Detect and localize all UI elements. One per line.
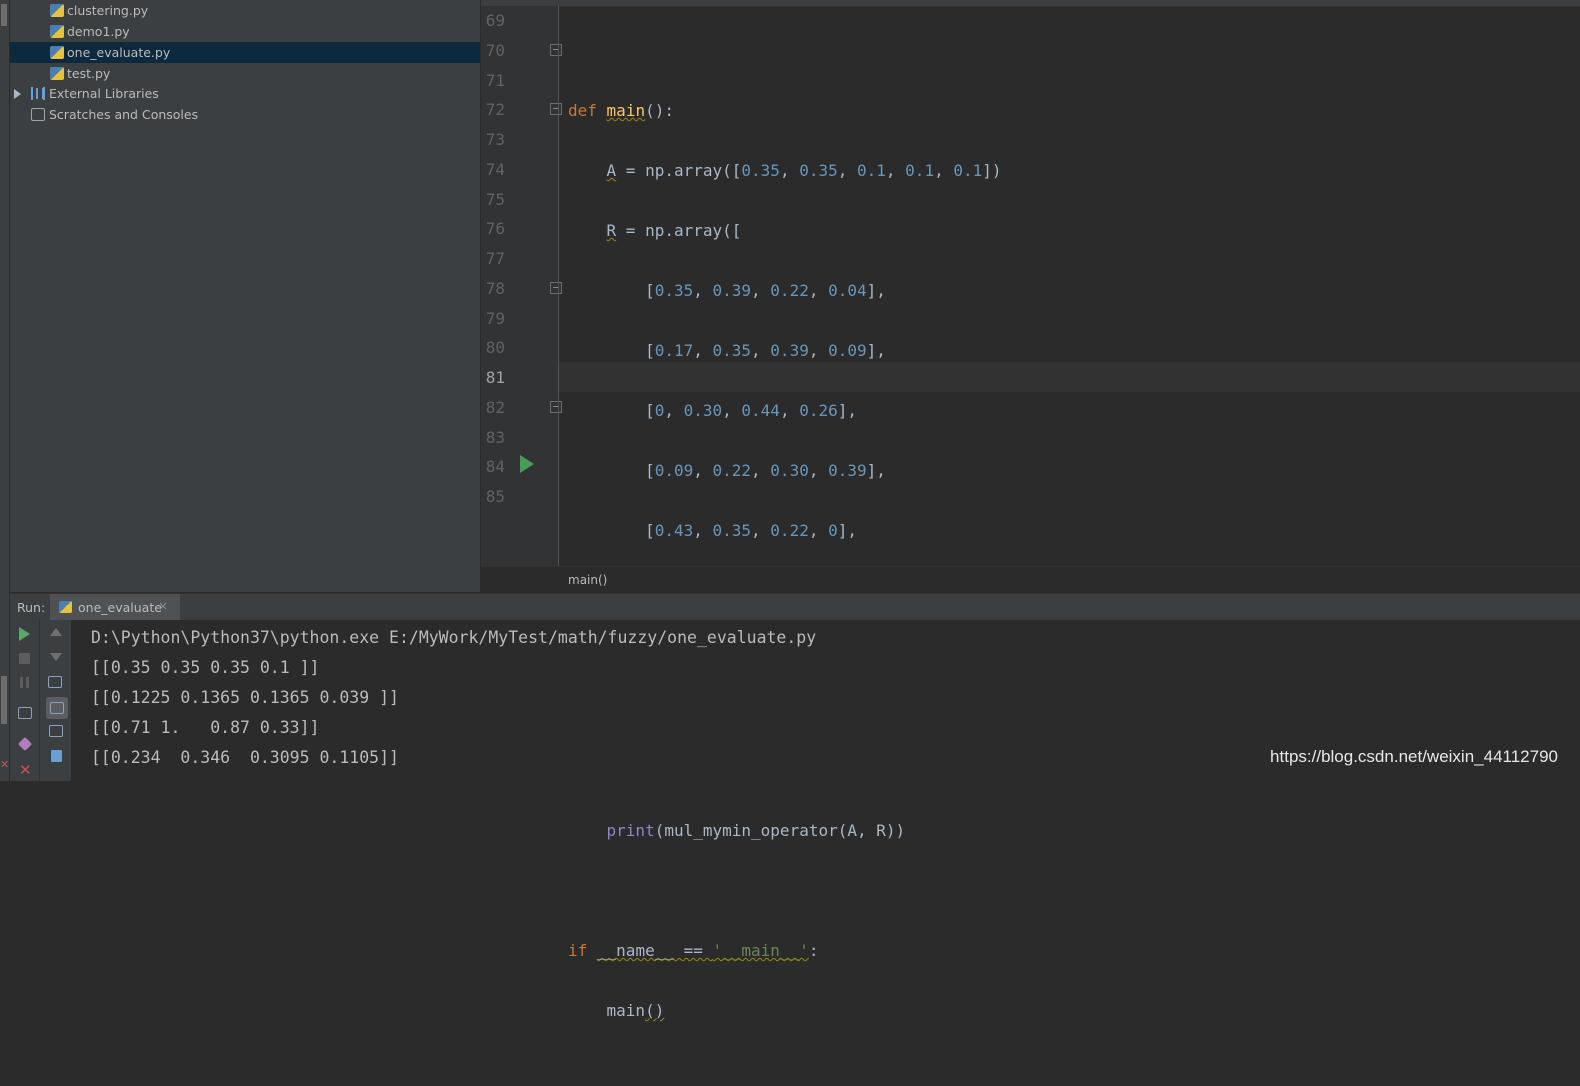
pin-tab-button[interactable] xyxy=(17,736,40,759)
editor-gutter: 69 70 71 72 73 74 75 76 77 78 79 80 81 8… xyxy=(481,6,562,566)
breadcrumb[interactable]: main() xyxy=(481,566,1580,593)
code-content: def main(): A = np.array([0.35, 0.35, 0.… xyxy=(568,101,1002,1020)
fold-marker-icon[interactable] xyxy=(550,103,562,115)
run-tab-label: one_evaluate xyxy=(78,600,162,615)
tree-item-one-evaluate[interactable]: one_evaluate.py xyxy=(10,42,480,63)
console-line: [[0.35 0.35 0.35 0.1 ]] xyxy=(91,658,320,677)
print-icon xyxy=(49,725,63,737)
pin-icon xyxy=(17,736,33,752)
trash-icon xyxy=(51,750,62,762)
tree-item-clustering[interactable]: clustering.py xyxy=(10,0,480,21)
line-number: 70 xyxy=(485,41,505,60)
python-file-icon xyxy=(59,601,72,613)
scroll-to-end-button[interactable] xyxy=(46,697,68,719)
tree-item-external-libraries[interactable]: External Libraries xyxy=(10,83,480,104)
tree-item-label: test.py xyxy=(67,66,111,81)
console-line: D:\Python\Python37\python.exe E:/MyWork/… xyxy=(91,628,817,647)
tool-window-marker[interactable] xyxy=(1,4,7,26)
left-tool-strip: ✕ xyxy=(0,0,10,781)
line-number: 75 xyxy=(485,190,505,209)
close-icon: ✕ xyxy=(19,761,32,779)
console-output: D:\Python\Python37\python.exe E:/MyWork/… xyxy=(91,623,816,773)
console-line: [[0.1225 0.1365 0.1365 0.039 ]] xyxy=(91,688,399,707)
python-file-icon xyxy=(50,4,64,17)
print-button[interactable] xyxy=(49,725,69,745)
scroll-up-button[interactable] xyxy=(50,628,70,648)
console-line: [[0.234 0.346 0.3095 0.1105]] xyxy=(91,748,399,767)
stop-icon xyxy=(19,653,30,664)
code-editor[interactable]: 69 70 71 72 73 74 75 76 77 78 79 80 81 8… xyxy=(481,0,1580,1020)
line-number: 74 xyxy=(485,160,505,179)
tree-item-test[interactable]: test.py xyxy=(10,63,480,84)
line-number: 76 xyxy=(485,219,505,238)
clear-all-button[interactable] xyxy=(51,750,71,770)
scroll-end-icon xyxy=(50,702,64,714)
python-file-icon xyxy=(50,67,64,80)
pause-icon xyxy=(20,677,29,688)
line-number: 78 xyxy=(485,279,505,298)
run-panel-header: Run: one_evaluate × xyxy=(10,593,1580,621)
close-icon[interactable]: × xyxy=(158,599,168,613)
scroll-down-button[interactable] xyxy=(50,653,70,673)
expand-arrow-icon[interactable] xyxy=(14,89,21,99)
run-toolbar-secondary xyxy=(40,620,71,781)
tree-item-label: External Libraries xyxy=(49,86,159,101)
line-number: 72 xyxy=(485,100,505,119)
restore-layout-button[interactable] xyxy=(18,707,38,727)
line-number: 69 xyxy=(485,11,505,30)
tree-item-scratches[interactable]: Scratches and Consoles xyxy=(10,104,480,125)
rerun-button[interactable] xyxy=(19,627,39,647)
run-tab-one-evaluate[interactable]: one_evaluate × xyxy=(50,594,180,620)
python-file-icon xyxy=(50,46,64,59)
line-number: 79 xyxy=(485,309,505,328)
arrow-up-icon xyxy=(50,628,62,636)
close-run-button[interactable]: ✕ xyxy=(19,760,39,780)
line-number: 77 xyxy=(485,249,505,268)
breadcrumb-item[interactable]: main() xyxy=(568,573,607,587)
line-number: 84 xyxy=(485,457,505,476)
tree-item-label: Scratches and Consoles xyxy=(49,107,199,122)
layout-icon xyxy=(18,707,32,719)
library-icon xyxy=(31,87,45,100)
run-toolbar-primary: ✕ xyxy=(10,620,40,781)
console-line: [[0.71 1. 0.87 0.33]] xyxy=(91,718,320,737)
tree-item-demo1[interactable]: demo1.py xyxy=(10,21,480,42)
structure-tool-marker[interactable] xyxy=(1,676,7,724)
gutter-divider xyxy=(558,6,559,566)
line-number: 81 xyxy=(485,368,505,387)
close-icon[interactable]: ✕ xyxy=(0,758,9,772)
stop-button[interactable] xyxy=(19,653,39,673)
fold-marker-icon[interactable] xyxy=(550,401,562,413)
play-icon xyxy=(19,627,30,641)
tree-item-label: clustering.py xyxy=(67,3,149,18)
line-number: 82 xyxy=(485,398,505,417)
line-number: 83 xyxy=(485,428,505,447)
fold-marker-icon[interactable] xyxy=(550,282,562,294)
soft-wrap-button[interactable] xyxy=(48,676,68,696)
line-number: 85 xyxy=(485,487,505,506)
fold-marker-icon[interactable] xyxy=(550,44,562,56)
line-number: 73 xyxy=(485,130,505,149)
pause-button[interactable] xyxy=(20,677,40,697)
run-gutter-icon[interactable] xyxy=(520,455,534,473)
line-number: 71 xyxy=(485,71,505,90)
python-file-icon xyxy=(50,25,64,38)
project-panel: clustering.py demo1.py one_evaluate.py t… xyxy=(10,0,480,592)
line-number: 80 xyxy=(485,338,505,357)
run-label: Run: xyxy=(17,600,46,615)
watermark: https://blog.csdn.net/weixin_44112790 xyxy=(1270,747,1558,766)
arrow-down-icon xyxy=(50,653,62,661)
scratch-icon xyxy=(31,108,45,121)
wrap-icon xyxy=(48,676,62,688)
tree-item-label: one_evaluate.py xyxy=(67,45,171,60)
tree-item-label: demo1.py xyxy=(67,24,130,39)
